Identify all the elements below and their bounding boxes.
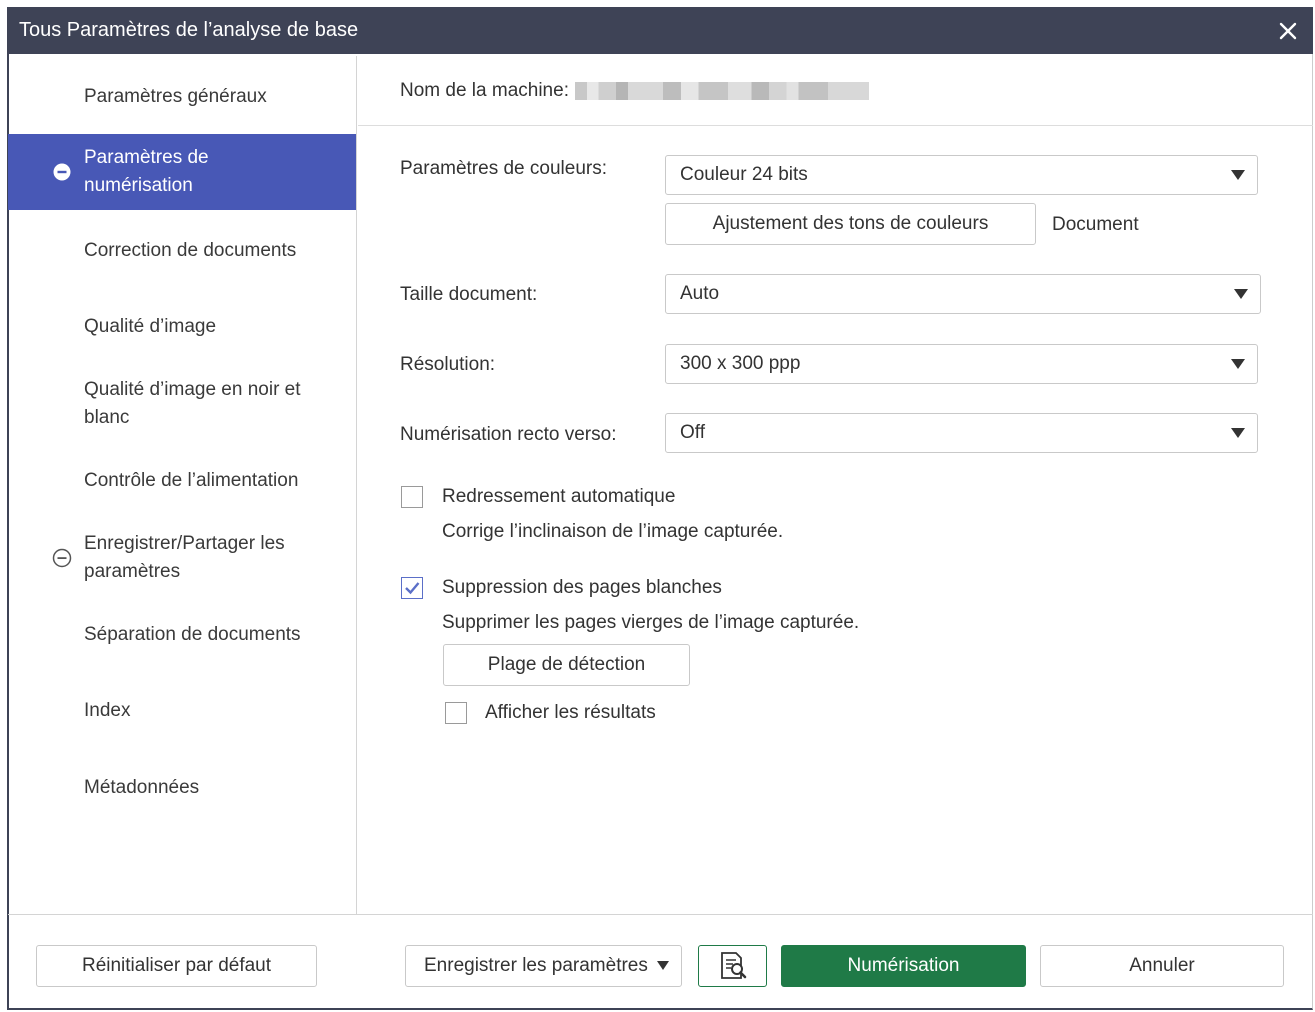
preview-button[interactable] <box>698 945 767 987</box>
settings-panel: Nom de la machine: Paramètres de couleur… <box>358 56 1313 914</box>
dropdown-arrow-icon <box>1231 170 1245 180</box>
close-icon[interactable] <box>1275 18 1301 44</box>
blank-page-removal-label: Suppression des pages blanches <box>442 577 722 598</box>
scan-button[interactable]: Numérisation <box>781 945 1026 987</box>
sidebar-item-label: Paramètres de numérisation <box>84 147 209 196</box>
dialog-titlebar: Tous Paramètres de l’analyse de base <box>7 7 1313 54</box>
duplex-select[interactable]: Off <box>665 413 1258 453</box>
document-size-value: Auto <box>680 283 720 304</box>
sidebar-item-feed-control[interactable]: Contrôle de l’alimentation <box>8 454 356 508</box>
color-tone-adjust-button[interactable]: Ajustement des tons de couleurs <box>665 203 1036 245</box>
color-settings-value: Couleur 24 bits <box>680 164 808 185</box>
document-size-select[interactable]: Auto <box>665 274 1261 314</box>
reset-default-button[interactable]: Réinitialiser par défaut <box>36 945 317 987</box>
sidebar-item-label: Séparation de documents <box>84 624 301 645</box>
sidebar-item-label: Qualité d’image <box>84 316 217 337</box>
dialog-footer: Réinitialiser par défaut Enregistrer les… <box>8 914 1313 1010</box>
show-results-checkbox[interactable] <box>445 702 467 724</box>
machine-name-redacted <box>574 81 869 100</box>
sidebar-item-index[interactable]: Index <box>8 684 356 738</box>
detection-range-button[interactable]: Plage de détection <box>443 644 690 686</box>
sidebar-item-label: Correction de documents <box>84 240 297 261</box>
blank-page-removal-description: Supprimer les pages vierges de l’image c… <box>442 612 860 633</box>
dropdown-arrow-icon <box>1231 428 1245 438</box>
cancel-button[interactable]: Annuler <box>1040 945 1284 987</box>
color-settings-label: Paramètres de couleurs: <box>400 158 607 179</box>
sidebar-item-label: Enregistrer/Partager les paramètres <box>84 533 285 582</box>
machine-name-row: Nom de la machine: <box>358 56 1313 126</box>
resolution-value: 300 x 300 ppp <box>680 353 801 374</box>
duplex-value: Off <box>680 422 705 443</box>
sidebar-item-general[interactable]: Paramètres généraux <box>8 70 356 124</box>
dialog-title: Tous Paramètres de l’analyse de base <box>19 19 359 41</box>
save-settings-button[interactable]: Enregistrer les paramètres <box>405 945 682 987</box>
preview-icon <box>717 951 749 981</box>
auto-deskew-checkbox[interactable] <box>401 486 423 508</box>
sidebar-item-image-quality[interactable]: Qualité d’image <box>8 300 356 354</box>
sidebar-item-label: Paramètres généraux <box>84 86 267 107</box>
sidebar-item-save-share-settings[interactable]: Enregistrer/Partager les paramètres <box>8 526 356 590</box>
sidebar-item-label: Métadonnées <box>84 777 200 798</box>
document-label: Document <box>1052 214 1139 235</box>
collapse-icon[interactable] <box>52 162 72 182</box>
machine-name-label: Nom de la machine: <box>400 79 569 101</box>
dropdown-arrow-icon <box>1234 289 1248 299</box>
sidebar-item-label: Contrôle de l’alimentation <box>84 470 299 491</box>
settings-sidebar: Paramètres généraux Paramètres de numéri… <box>8 56 357 914</box>
sidebar-item-document-correction[interactable]: Correction de documents <box>8 224 356 278</box>
save-settings-label: Enregistrer les paramètres <box>424 955 648 976</box>
collapse-icon[interactable] <box>52 548 72 568</box>
checkmark-icon <box>405 582 420 595</box>
show-results-label: Afficher les résultats <box>485 702 656 723</box>
resolution-label: Résolution: <box>400 354 496 375</box>
auto-deskew-label: Redressement automatique <box>442 486 676 507</box>
duplex-label: Numérisation recto verso: <box>400 424 617 445</box>
sidebar-item-scan-settings[interactable]: Paramètres de numérisation <box>8 134 356 210</box>
sidebar-item-bw-image-quality[interactable]: Qualité d’image en noir et blanc <box>8 372 356 436</box>
sidebar-item-metadata[interactable]: Métadonnées <box>8 761 356 815</box>
sidebar-item-label: Qualité d’image en noir et blanc <box>84 379 301 428</box>
dropdown-arrow-icon <box>657 961 669 970</box>
sidebar-item-document-separation[interactable]: Séparation de documents <box>8 608 356 662</box>
document-size-label: Taille document: <box>400 284 538 305</box>
dropdown-arrow-icon <box>1231 359 1245 369</box>
auto-deskew-description: Corrige l’inclinaison de l’image capturé… <box>442 521 784 542</box>
resolution-select[interactable]: 300 x 300 ppp <box>665 344 1258 384</box>
blank-page-removal-checkbox[interactable] <box>401 577 423 599</box>
sidebar-item-label: Index <box>84 700 131 721</box>
color-settings-select[interactable]: Couleur 24 bits <box>665 155 1258 195</box>
